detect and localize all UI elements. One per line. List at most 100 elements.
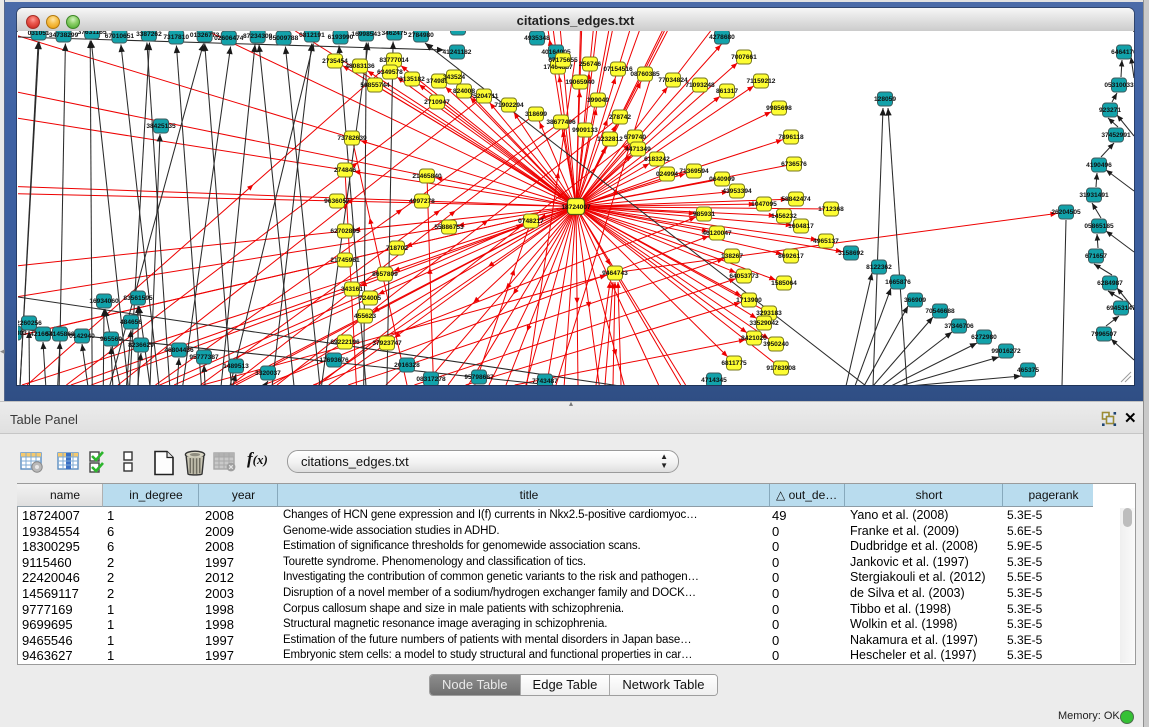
svg-text:08317278: 08317278	[416, 376, 446, 383]
svg-text:99016272: 99016272	[991, 348, 1021, 355]
svg-text:671657: 671657	[1085, 253, 1107, 260]
svg-text:923271: 923271	[1099, 107, 1121, 114]
svg-text:1713900: 1713900	[736, 297, 762, 304]
svg-text:8122362: 8122362	[866, 264, 892, 271]
svg-text:343524: 343524	[443, 74, 465, 81]
svg-text:138267: 138267	[721, 253, 743, 260]
svg-text:9909133: 9909133	[572, 127, 598, 134]
svg-text:9636057: 9636057	[324, 198, 350, 205]
svg-text:18724007: 18724007	[561, 204, 591, 211]
svg-text:77034824: 77034824	[658, 77, 688, 84]
svg-text:274846: 274846	[334, 167, 356, 174]
svg-text:718702: 718702	[386, 245, 408, 252]
svg-text:6272980: 6272980	[971, 334, 997, 341]
svg-text:67010651: 67010651	[105, 33, 135, 40]
svg-text:079911: 079911	[447, 31, 469, 32]
svg-text:69222196: 69222196	[330, 339, 360, 346]
svg-text:05310033: 05310033	[1104, 82, 1134, 89]
svg-text:67175655: 67175655	[548, 57, 578, 64]
svg-text:4997278: 4997278	[409, 198, 435, 205]
svg-text:7007661: 7007661	[731, 54, 757, 61]
svg-text:70546688: 70546688	[925, 308, 955, 315]
svg-text:1047095: 1047095	[751, 201, 777, 208]
svg-text:2784980: 2784980	[408, 32, 434, 39]
svg-text:6193990: 6193990	[328, 34, 354, 41]
svg-text:3135182: 3135182	[399, 76, 425, 83]
svg-text:9464743: 9464743	[602, 270, 628, 277]
svg-text:484656: 484656	[120, 319, 142, 326]
svg-text:399049: 399049	[587, 97, 609, 104]
svg-text:16934060: 16934060	[89, 298, 119, 305]
svg-text:1604817: 1604817	[788, 223, 814, 230]
svg-text:965569: 965569	[100, 336, 122, 343]
svg-text:38677496: 38677496	[546, 119, 576, 126]
svg-text:37346706: 37346706	[944, 323, 974, 330]
svg-text:343161: 343161	[341, 286, 363, 293]
svg-text:83561595: 83561595	[123, 295, 153, 302]
svg-text:31931491: 31931491	[1079, 192, 1109, 199]
svg-text:26204505: 26204505	[1051, 209, 1081, 216]
svg-text:024994: 024994	[656, 171, 678, 178]
svg-text:2710947: 2710947	[424, 99, 450, 106]
svg-text:21745961: 21745961	[330, 257, 360, 264]
svg-text:6284987: 6284987	[1097, 280, 1123, 287]
svg-text:1456232: 1456232	[771, 213, 797, 220]
svg-text:07154516: 07154516	[603, 66, 633, 73]
svg-text:37452991: 37452991	[1101, 132, 1131, 139]
svg-text:2016328: 2016328	[394, 362, 420, 369]
svg-text:1585064: 1585064	[771, 280, 797, 287]
svg-text:2735454: 2735454	[322, 58, 348, 65]
svg-text:48083136: 48083136	[345, 63, 375, 70]
svg-text:679740: 679740	[624, 134, 646, 141]
svg-text:7743487: 7743487	[532, 378, 558, 385]
svg-text:0640909: 0640909	[709, 176, 735, 183]
svg-text:4471349: 4471349	[625, 146, 651, 153]
svg-text:41241182: 41241182	[443, 49, 472, 56]
svg-text:6736576: 6736576	[781, 161, 807, 168]
svg-text:05009788: 05009788	[269, 35, 299, 42]
svg-text:861317: 861317	[716, 88, 738, 95]
svg-text:73782639: 73782639	[337, 135, 367, 142]
svg-text:02606474: 02606474	[214, 35, 244, 42]
svg-text:3387262: 3387262	[136, 31, 162, 38]
svg-text:4965137: 4965137	[813, 238, 839, 245]
svg-text:16998543: 16998543	[351, 31, 381, 38]
svg-text:7543303: 7543303	[18, 330, 27, 337]
svg-text:34738299: 34738299	[49, 32, 79, 39]
svg-text:75204711: 75204711	[470, 93, 499, 100]
svg-text:1712368: 1712368	[818, 206, 844, 213]
svg-text:69453147: 69453147	[1106, 305, 1134, 312]
svg-text:71902294: 71902294	[494, 102, 524, 109]
svg-text:43953394: 43953394	[722, 188, 752, 195]
svg-text:465375: 465375	[1017, 367, 1039, 374]
svg-text:9985698: 9985698	[766, 105, 792, 112]
svg-text:95777387: 95777387	[189, 354, 219, 361]
svg-text:318699: 318699	[525, 111, 547, 118]
svg-text:2260256: 2260256	[18, 320, 42, 327]
svg-text:38425135: 38425135	[146, 123, 176, 130]
svg-text:56855744: 56855744	[360, 82, 390, 89]
svg-text:0748217: 0748217	[518, 218, 544, 225]
svg-text:256746: 256746	[579, 61, 601, 68]
svg-text:64053773: 64053773	[729, 273, 759, 280]
svg-text:37631165: 37631165	[78, 31, 107, 36]
svg-text:3158692: 3158692	[838, 250, 864, 257]
svg-text:37923747: 37923747	[372, 340, 402, 347]
svg-text:724005: 724005	[359, 295, 381, 302]
svg-text:46804436: 46804436	[164, 347, 194, 354]
svg-text:3462475: 3462475	[381, 31, 407, 37]
svg-text:3950240: 3950240	[763, 341, 789, 348]
svg-text:6464170: 6464170	[1111, 49, 1134, 56]
svg-text:1232812: 1232812	[597, 136, 623, 143]
svg-text:62702895: 62702895	[330, 228, 360, 235]
svg-text:128059: 128059	[874, 96, 896, 103]
svg-text:0142940: 0142940	[69, 333, 95, 340]
svg-text:4935348: 4935348	[524, 35, 550, 42]
svg-text:46120047: 46120047	[702, 230, 732, 237]
svg-text:55886753: 55886753	[434, 224, 464, 231]
svg-text:19065940: 19065940	[565, 79, 595, 86]
svg-text:4278680: 4278680	[709, 34, 735, 41]
svg-text:0812191: 0812191	[299, 32, 325, 39]
svg-text:6349578: 6349578	[377, 69, 403, 76]
svg-text:366909: 366909	[904, 297, 926, 304]
